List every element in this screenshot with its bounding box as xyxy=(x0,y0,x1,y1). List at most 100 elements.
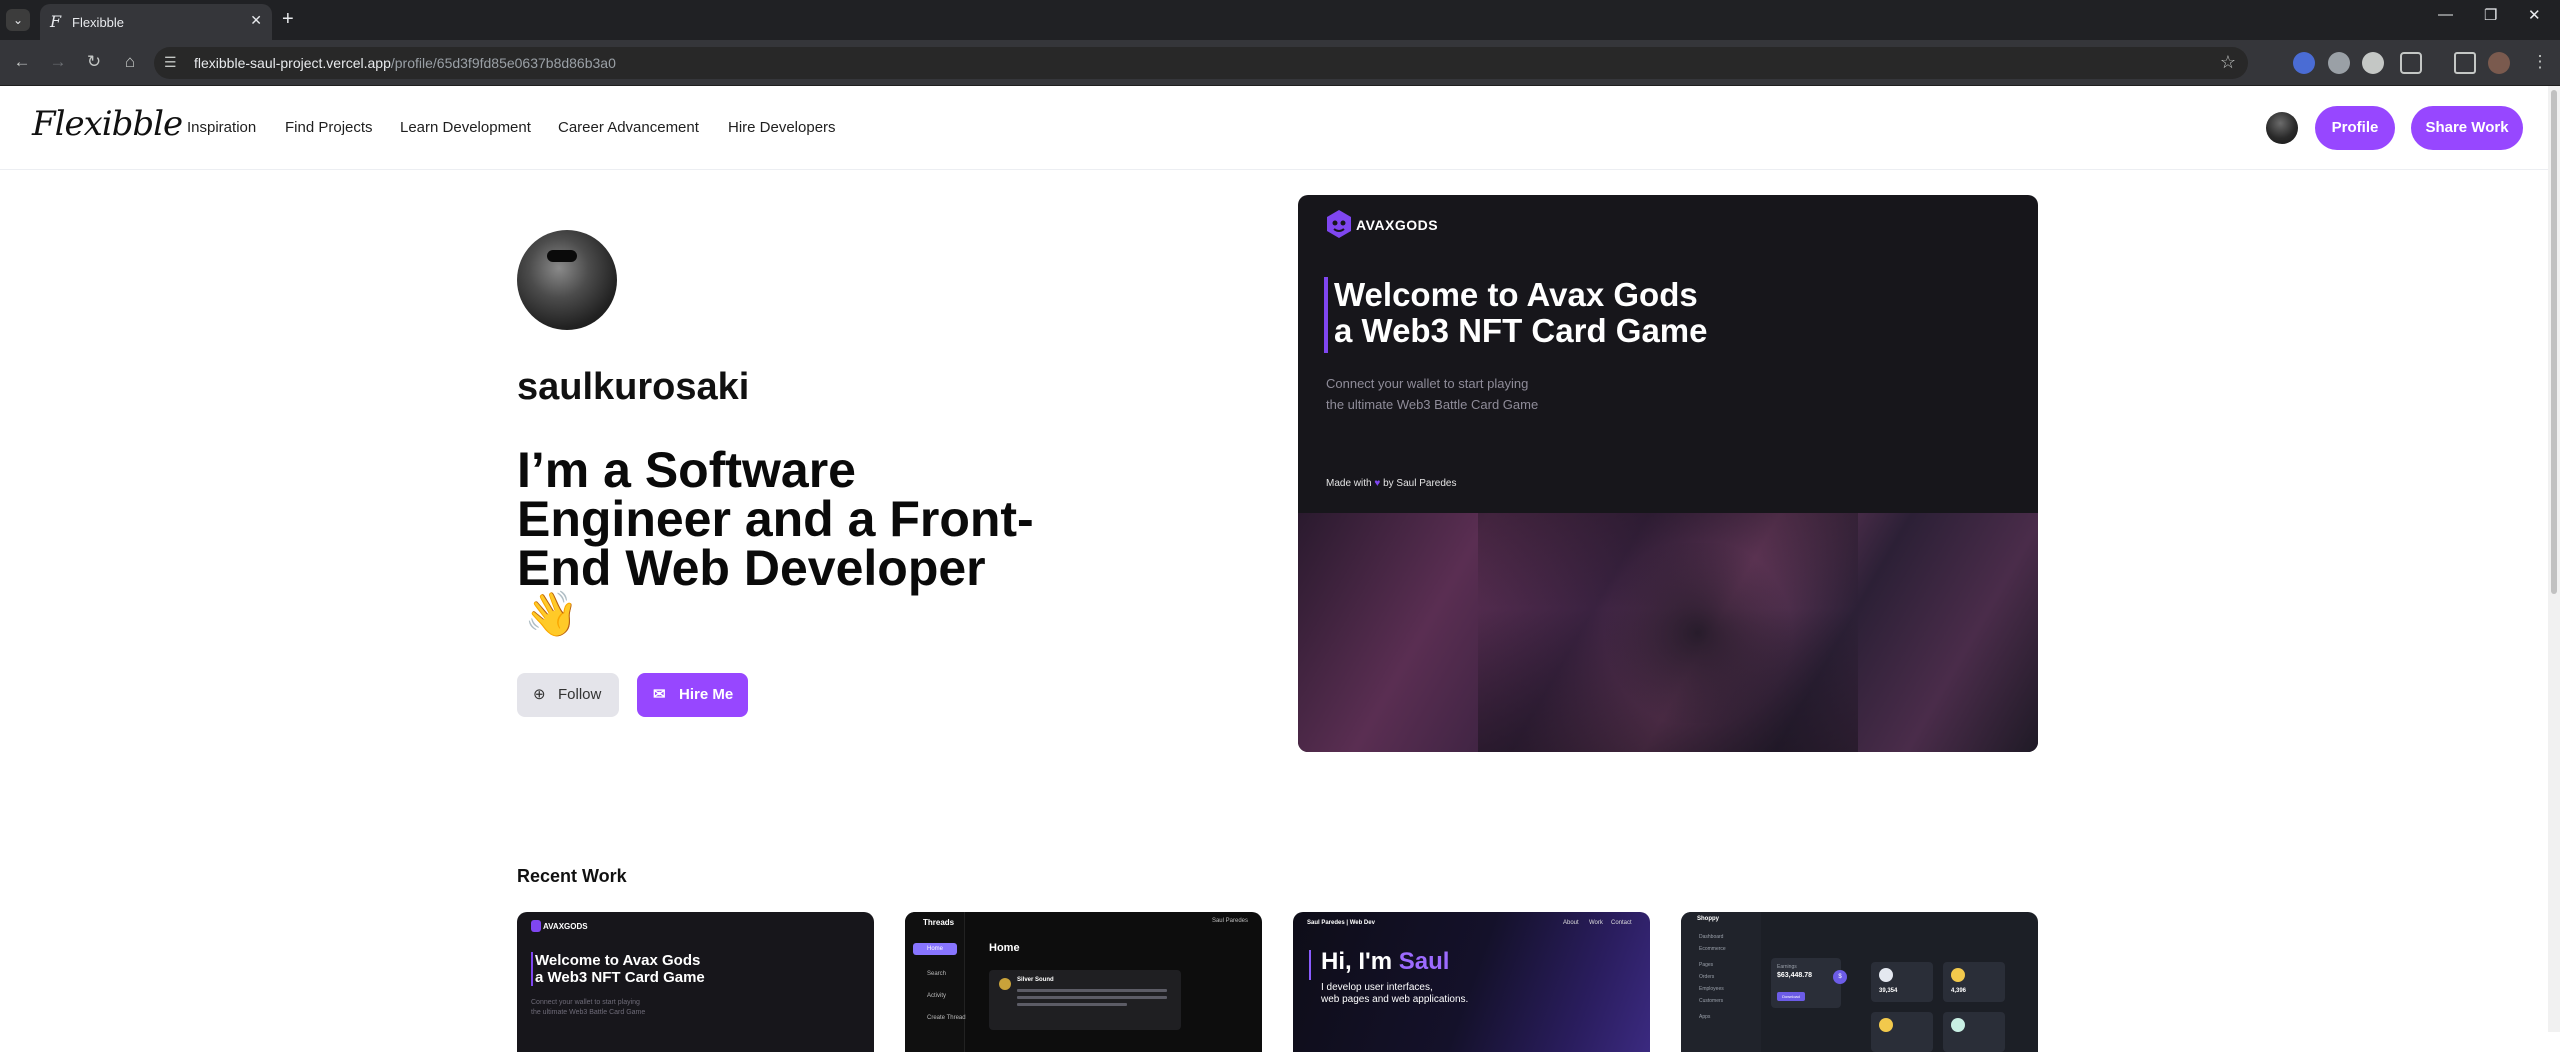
card-sidebar xyxy=(905,912,965,1052)
new-tab-icon[interactable]: + xyxy=(282,8,294,30)
browser-tab-strip: ⌄ F Flexibble ✕ + — ❐ ✕ xyxy=(0,0,2560,40)
card-heading: Home xyxy=(989,942,1020,954)
avaxgods-logo-icon xyxy=(531,920,541,932)
card-menu-item: Apps xyxy=(1699,1014,1711,1020)
flexibble-logo[interactable]: Flexibble xyxy=(32,104,183,144)
hero-brand: AVAXGODS xyxy=(1356,217,1439,233)
dollar-icon: $ xyxy=(1833,970,1847,984)
stat-card: 39,354 xyxy=(1871,962,1933,1002)
card-post: Silver Sound xyxy=(989,970,1181,1030)
site-info-icon[interactable]: ☰ xyxy=(164,54,177,71)
extension-icon[interactable] xyxy=(2362,52,2384,74)
hire-me-button[interactable]: ✉ Hire Me xyxy=(637,673,748,717)
site-header: Flexibble Inspiration Find Projects Lear… xyxy=(0,86,2548,170)
card-menu-search: Search xyxy=(927,971,947,977)
card-title-line-2: a Web3 NFT Card Game xyxy=(535,969,705,986)
url-host: flexibble-saul-project.vercel.app xyxy=(194,55,391,71)
card-menu-item: Dashboard xyxy=(1699,934,1724,940)
card-accent-bar xyxy=(1309,950,1311,980)
card-subtitle-line-2: the ultimate Web3 Battle Card Game xyxy=(531,1009,646,1016)
hire-me-label: Hire Me xyxy=(679,686,734,703)
post-author: Silver Sound xyxy=(1017,977,1054,983)
browser-toolbar: ← → ↻ ⌂ ☰ flexibble-saul-project.vercel.… xyxy=(0,40,2560,86)
home-icon[interactable]: ⌂ xyxy=(118,50,142,74)
card-sidebar xyxy=(1681,912,1761,1052)
browser-profile-avatar[interactable] xyxy=(2488,52,2510,74)
page-scrollbar[interactable] xyxy=(2548,86,2560,1032)
card-accent-bar xyxy=(531,952,533,986)
minimize-icon[interactable]: — xyxy=(2438,6,2453,23)
forward-icon[interactable]: → xyxy=(46,50,70,74)
card-menu-work: Work xyxy=(1589,920,1603,926)
project-card-shoppy[interactable]: Shoppy Dashboard Ecommerce Pages Orders … xyxy=(1681,912,2038,1052)
greeting-name: Saul xyxy=(1398,948,1450,975)
tab-search-menu-icon[interactable]: ⌄ xyxy=(6,9,30,31)
browser-tab[interactable]: F Flexibble ✕ xyxy=(40,4,272,40)
hero-title-line-1: Welcome to Avax Gods xyxy=(1334,276,1698,313)
hero-made-by: by Saul Paredes xyxy=(1383,478,1457,489)
address-bar[interactable]: ☰ flexibble-saul-project.vercel.app/prof… xyxy=(154,47,2248,79)
card-menu-item: Pages xyxy=(1699,962,1714,968)
stat-value: 39,354 xyxy=(1879,988,1898,994)
share-work-button[interactable]: Share Work xyxy=(2411,106,2523,150)
featured-project-image[interactable]: AVAXGODS Welcome to Avax Gods a Web3 NFT… xyxy=(1298,195,2038,752)
mail-icon: ✉ xyxy=(653,686,666,703)
flexibble-favicon-icon: F xyxy=(50,12,62,31)
follow-label: Follow xyxy=(558,686,602,703)
user-avatar[interactable] xyxy=(2266,112,2298,144)
stat-card xyxy=(1943,1012,2005,1052)
stat-card xyxy=(1871,1012,1933,1052)
card-menu-activity: Activity xyxy=(927,993,947,999)
project-card-avax-gods[interactable]: AVAXGODS Welcome to Avax Gods a Web3 NFT… xyxy=(517,912,874,1052)
card-top-user: Saul Paredes xyxy=(1211,918,1248,924)
plus-circle-icon: ⊕ xyxy=(533,686,546,703)
stat-icon xyxy=(1879,968,1893,982)
card-description: I develop user interfaces, web pages and… xyxy=(1321,982,1468,1006)
stat-value: 4,396 xyxy=(1951,988,1967,994)
post-text-line xyxy=(1017,989,1167,992)
card-brand: Shoppy xyxy=(1697,916,1719,922)
project-card-portfolio[interactable]: Saul Paredes | Web Dev About Work Contac… xyxy=(1293,912,1650,1052)
card-brand: Threads xyxy=(923,918,955,927)
window-close-icon[interactable]: ✕ xyxy=(2528,6,2541,24)
greeting-text: Hi, I'm xyxy=(1321,948,1393,975)
nav-hire-developers[interactable]: Hire Developers xyxy=(728,119,836,136)
grammarly-extension-icon[interactable] xyxy=(2328,52,2350,74)
hero-accent-bar xyxy=(1324,277,1328,353)
stat-card: 4,396 xyxy=(1943,962,2005,1002)
project-card-threads[interactable]: Threads Home Search Activity Create Thre… xyxy=(905,912,1262,1052)
card-brand: AVAXGODS xyxy=(543,922,588,931)
restore-icon[interactable]: ❐ xyxy=(2484,6,2497,24)
card-brand: Saul Paredes | Web Dev xyxy=(1307,920,1375,926)
avaxgods-logo-icon xyxy=(1327,210,1351,238)
hero-subtitle-line-1: Connect your wallet to start playing xyxy=(1326,376,1529,391)
reload-icon[interactable]: ↻ xyxy=(82,50,106,74)
download-button: Download xyxy=(1777,992,1805,1001)
browser-menu-icon[interactable]: ⋮ xyxy=(2528,50,2552,74)
extensions-puzzle-icon[interactable] xyxy=(2400,52,2422,74)
profile-avatar xyxy=(517,230,617,330)
nav-find-projects[interactable]: Find Projects xyxy=(285,119,373,136)
nav-learn-development[interactable]: Learn Development xyxy=(400,119,531,136)
tab-close-icon[interactable]: ✕ xyxy=(250,12,262,29)
hero-subtitle: Connect your wallet to start playing the… xyxy=(1326,373,1586,415)
hero-credit: Made with ♥ by Saul Paredes xyxy=(1326,478,1456,489)
nav-inspiration[interactable]: Inspiration xyxy=(187,119,256,136)
card-menu-create-thread: Create Thread xyxy=(927,1015,966,1021)
stat-icon xyxy=(1951,1018,1965,1032)
url-text: flexibble-saul-project.vercel.app/profil… xyxy=(194,55,616,71)
stat-icon xyxy=(1879,1018,1893,1032)
stat-icon xyxy=(1951,968,1965,982)
follow-button[interactable]: ⊕ Follow xyxy=(517,673,619,717)
tab-title: Flexibble xyxy=(72,15,125,30)
url-path: /profile/65d3f9fd85e0637b8d86b3a0 xyxy=(390,55,616,71)
profile-headline: I’m a Software Engineer and a Front-End … xyxy=(517,442,1034,596)
profile-button[interactable]: Profile xyxy=(2315,106,2395,150)
react-devtools-extension-icon[interactable] xyxy=(2293,52,2315,74)
bookmark-star-icon[interactable]: ☆ xyxy=(2220,52,2236,73)
side-panel-icon[interactable] xyxy=(2454,52,2476,74)
scrollbar-thumb[interactable] xyxy=(2551,90,2557,594)
back-icon[interactable]: ← xyxy=(10,50,34,74)
card-menu-item: Ecommerce xyxy=(1699,946,1726,952)
nav-career-advancement[interactable]: Career Advancement xyxy=(558,119,699,136)
